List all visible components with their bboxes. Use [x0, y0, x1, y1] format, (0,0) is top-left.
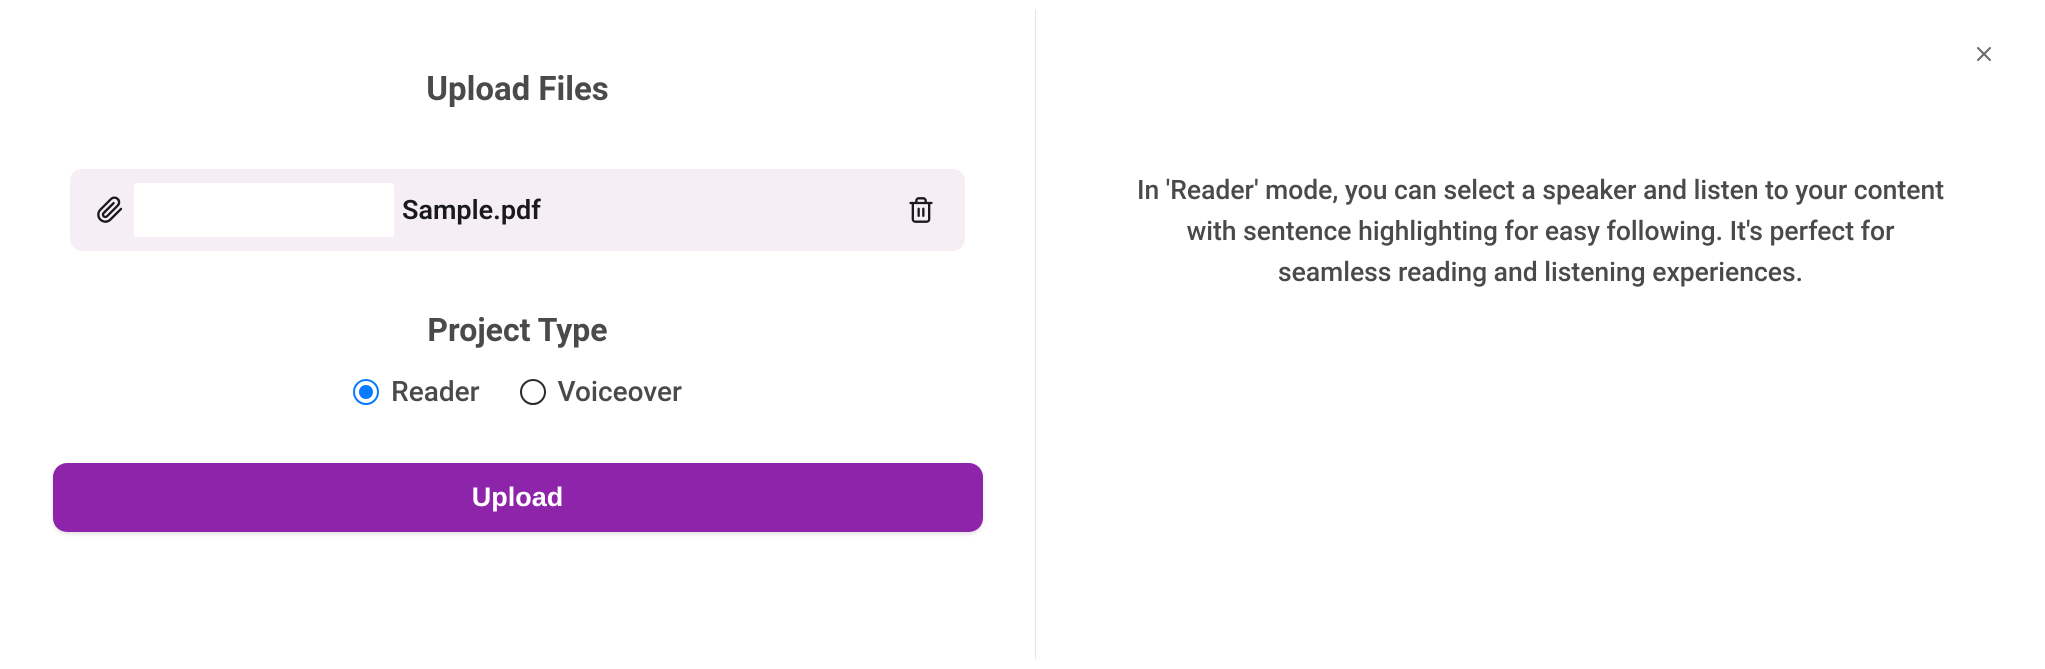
attachment-icon — [96, 196, 124, 224]
page-title: Upload Files — [426, 70, 608, 109]
radio-unselected-icon — [520, 379, 546, 405]
close-button[interactable] — [1968, 38, 2000, 73]
file-preview-box — [134, 183, 394, 237]
info-panel: In 'Reader' mode, you can select a speak… — [1036, 0, 2045, 669]
upload-button[interactable]: Upload — [53, 463, 983, 532]
radio-voiceover-label: Voiceover — [558, 375, 682, 408]
file-row: Sample.pdf — [70, 169, 965, 251]
project-type-radio-group: Reader Voiceover — [353, 375, 682, 408]
radio-reader-label: Reader — [391, 375, 479, 408]
mode-description: In 'Reader' mode, you can select a speak… — [1096, 170, 1985, 293]
delete-file-button[interactable] — [903, 192, 939, 228]
radio-voiceover[interactable]: Voiceover — [520, 375, 682, 408]
close-icon — [1972, 54, 1996, 69]
upload-panel: Upload Files Sample.pdf Project Type — [0, 0, 1035, 669]
project-type-title: Project Type — [427, 311, 607, 349]
radio-reader[interactable]: Reader — [353, 375, 479, 408]
file-name: Sample.pdf — [402, 194, 903, 226]
trash-icon — [907, 196, 935, 224]
radio-selected-icon — [353, 379, 379, 405]
